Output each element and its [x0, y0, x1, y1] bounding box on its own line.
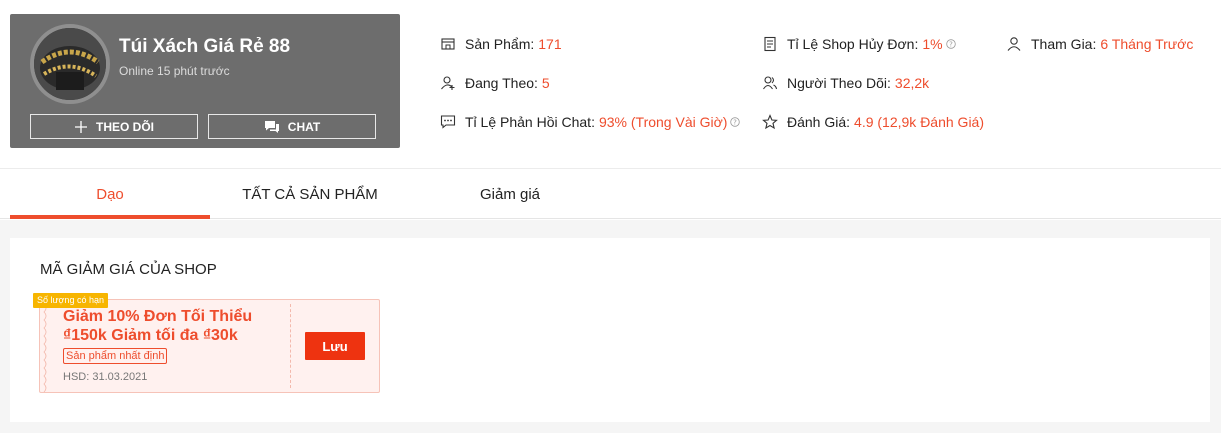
stat-rating-value: 4.9 (12,9k Đánh Giá) — [854, 114, 985, 130]
voucher-condition-tag: Sản phẩm nhất định — [63, 348, 168, 364]
limited-quantity-badge: Số lượng có hạn — [33, 293, 108, 308]
shop-name: Túi Xách Giá Rẻ 88 — [119, 36, 291, 57]
followers-icon — [763, 76, 778, 90]
help-icon[interactable]: ? — [730, 117, 741, 127]
chat-bubbles-icon — [264, 120, 279, 133]
shop-avatar[interactable] — [30, 24, 110, 104]
stat-products-value: 171 — [538, 36, 562, 52]
voucher-expiry: HSD: 31.03.2021 — [63, 371, 148, 383]
follow-button[interactable]: THEO DÕI — [30, 114, 198, 139]
star-icon — [762, 114, 778, 130]
stat-joined-label: Tham Gia: — [1031, 36, 1097, 52]
stat-followers: Người Theo Dõi: 32,2k — [762, 75, 929, 91]
help-icon[interactable]: ? — [945, 39, 956, 49]
plus-icon — [74, 120, 87, 133]
chat-icon — [440, 115, 456, 129]
save-voucher-button[interactable]: Lưu — [305, 332, 365, 360]
shop-tabs: Dạo TẤT CẢ SẢN PHẨM Giảm giá — [0, 168, 1221, 219]
stat-cancel-rate: Tỉ Lệ Shop Hủy Đơn: 1% ? — [762, 36, 956, 52]
stat-following: Đang Theo: 5 — [440, 75, 550, 91]
voucher-divider — [290, 304, 291, 388]
stat-followers-value: 32,2k — [894, 75, 930, 91]
stat-products-label: Sản Phẩm: — [465, 36, 535, 52]
stat-chat-response-label: Tỉ Lệ Phản Hồi Chat: — [465, 114, 595, 130]
stat-cancel-rate-label: Tỉ Lệ Shop Hủy Đơn: — [787, 36, 919, 52]
shop-online-status: Online 15 phút trước — [119, 64, 230, 78]
stat-cancel-rate-value: 1% — [922, 36, 943, 52]
tab-explore[interactable]: Dạo — [10, 169, 210, 219]
shop-header-card: Túi Xách Giá Rẻ 88 Online 15 phút trước … — [10, 14, 400, 148]
stat-products: Sản Phẩm: 171 — [440, 36, 562, 52]
svg-text:?: ? — [734, 119, 738, 127]
tab-all-products[interactable]: TẤT CẢ SẢN PHẨM — [210, 169, 410, 219]
stat-joined: Tham Gia: 6 Tháng Trước — [1006, 36, 1193, 52]
stat-followers-label: Người Theo Dõi: — [787, 75, 891, 91]
stat-rating-label: Đánh Giá: — [787, 114, 851, 130]
tab-discounts[interactable]: Giảm giá — [410, 169, 610, 219]
stat-rating: Đánh Giá: 4.9 (12,9k Đánh Giá) — [762, 114, 984, 130]
voucher-title-line2: ₫150k Giảm tối đa ₫30k — [63, 327, 238, 344]
stat-joined-value: 6 Tháng Trước — [1100, 36, 1194, 52]
active-tab-indicator — [10, 215, 210, 219]
user-plus-icon — [441, 76, 455, 90]
stat-following-label: Đang Theo: — [465, 75, 538, 91]
stat-chat-response-value: 93% (Trong Vài Giờ) — [598, 114, 728, 130]
svg-text:?: ? — [949, 41, 953, 49]
chat-button[interactable]: CHAT — [208, 114, 376, 139]
stat-following-value: 5 — [541, 75, 550, 91]
receipt-icon — [764, 36, 776, 52]
stat-chat-response: Tỉ Lệ Phản Hồi Chat: 93% (Trong Vài Giờ)… — [440, 114, 741, 130]
follow-button-label: THEO DÕI — [95, 119, 154, 134]
voucher-title-line1: Giảm 10% Đơn Tối Thiểu — [63, 308, 253, 325]
user-icon — [1007, 37, 1021, 51]
voucher-zigzag-edge — [43, 303, 47, 392]
voucher-section-title: MÃ GIẢM GIÁ CỦA SHOP — [40, 261, 217, 278]
store-icon — [441, 38, 455, 50]
chat-button-label: CHAT — [287, 119, 321, 134]
